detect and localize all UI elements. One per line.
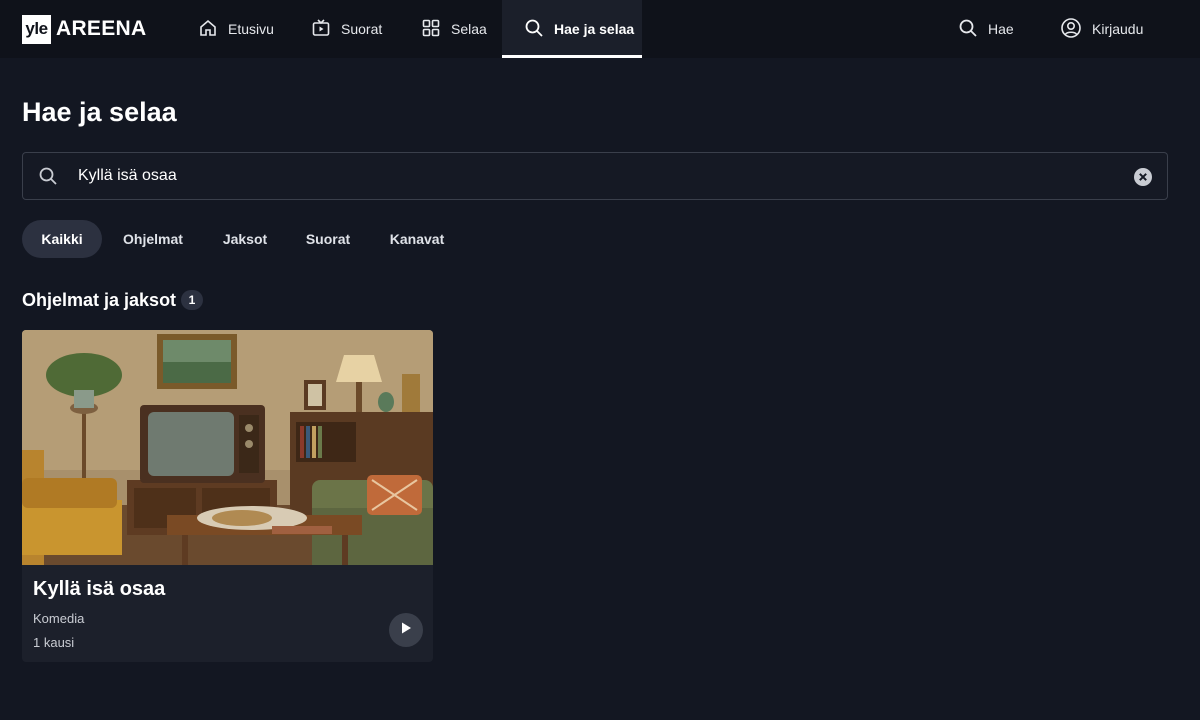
filter-ohjelmat[interactable]: Ohjelmat <box>112 220 194 258</box>
search-icon <box>38 166 58 191</box>
nav-item-label: Etusivu <box>228 21 274 37</box>
filter-kaikki[interactable]: Kaikki <box>22 220 102 258</box>
search-field[interactable] <box>22 152 1168 200</box>
yle-areena-logo[interactable]: yle AREENA <box>22 14 146 44</box>
filter-jaksot[interactable]: Jaksot <box>210 220 280 258</box>
card-seasons: 1 kausi <box>33 635 75 650</box>
search-input[interactable] <box>78 153 1118 199</box>
nav-item-suorat[interactable]: Suorat <box>311 0 382 58</box>
card-title: Kyllä isä osaa <box>33 578 166 600</box>
section-title: Ohjelmat ja jaksot <box>22 290 177 310</box>
grid-icon <box>421 18 451 41</box>
search-icon <box>524 18 554 41</box>
nav-item-selaa[interactable]: Selaa <box>421 0 487 58</box>
result-count-badge: 1 <box>181 290 203 310</box>
nav-item-label: Hae <box>988 21 1014 37</box>
play-icon <box>399 621 413 640</box>
nav-item-etusivu[interactable]: Etusivu <box>198 0 274 58</box>
result-card[interactable]: Kyllä isä osaa Komedia 1 kausi <box>22 330 433 662</box>
nav-item-label: Kirjaudu <box>1092 21 1144 37</box>
search-icon <box>958 18 988 41</box>
page-title: Hae ja selaa <box>22 97 177 127</box>
nav-item-hae-ja-selaa[interactable]: Hae ja selaa <box>502 0 642 58</box>
filter-suorat[interactable]: Suorat <box>294 220 362 258</box>
clear-search-icon[interactable] <box>1133 167 1153 192</box>
user-icon <box>1060 17 1092 42</box>
logo-badge: yle <box>22 14 51 44</box>
nav-item-label: Selaa <box>451 21 487 37</box>
card-genre: Komedia <box>33 611 85 626</box>
logo-text: AREENA <box>56 17 147 40</box>
login-button[interactable]: Kirjaudu <box>1060 0 1143 58</box>
live-tv-icon <box>311 18 341 41</box>
program-thumbnail <box>22 330 433 565</box>
nav-search-button[interactable]: Hae <box>958 0 1014 58</box>
filter-kanavat[interactable]: Kanavat <box>378 220 456 258</box>
home-icon <box>198 18 228 41</box>
nav-item-label: Suorat <box>341 21 383 37</box>
play-button[interactable] <box>389 613 423 647</box>
nav-item-label: Hae ja selaa <box>554 21 635 37</box>
top-navigation: yle AREENA Etusivu Suorat Selaa Hae ja s… <box>0 0 1200 58</box>
